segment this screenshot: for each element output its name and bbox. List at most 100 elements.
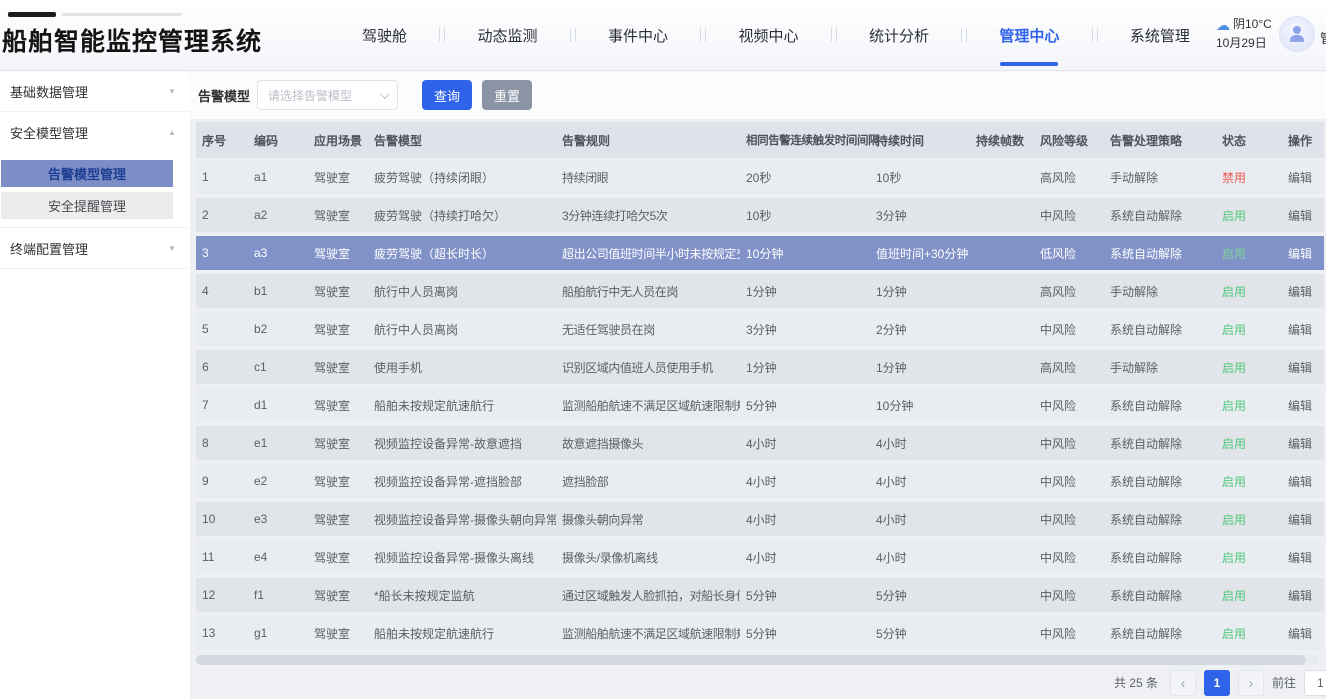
nav-item-7[interactable]: 系统管理 (1128, 19, 1192, 52)
column-header: 告警处理策略 (1104, 132, 1216, 149)
cell-status: 启用 (1216, 625, 1282, 642)
sidebar-item-2-2[interactable]: 安全提醒管理 (1, 192, 173, 219)
cell-interval: 4小时 (740, 435, 870, 452)
sidebar-group-2[interactable]: 安全模型管理▲ (0, 112, 190, 153)
nav-separator (570, 28, 576, 42)
cell-scene: 驾驶室 (308, 207, 368, 224)
cell-duration: 1分钟 (870, 283, 970, 300)
nav-item-5[interactable]: 统计分析 (867, 19, 931, 52)
nav-item-4[interactable]: 视频中心 (736, 19, 800, 52)
table-row[interactable]: 9e2驾驶室视频监控设备异常-遮挡脸部遮挡脸部4小时4小时中风险系统自动解除启用… (196, 464, 1324, 498)
chevron-down-icon: ▼ (168, 87, 176, 96)
sidebar-group-1[interactable]: 基础数据管理▼ (0, 71, 190, 112)
table-row[interactable]: 13g1驾驶室船舶未按规定航速航行监测船舶航速不满足区域航速限制规定5分钟5分钟… (196, 616, 1324, 650)
table-row[interactable]: 8e1驾驶室视频监控设备异常-故意遮挡故意遮挡摄像头4小时4小时中风险系统自动解… (196, 426, 1324, 460)
cell-rule: 故意遮挡摄像头 (556, 435, 740, 452)
prev-page-button[interactable]: ‹ (1170, 670, 1196, 696)
nav-item-6[interactable]: 管理中心 (997, 19, 1061, 52)
edit-link[interactable]: 编辑 (1282, 245, 1322, 262)
edit-link[interactable]: 编辑 (1282, 435, 1322, 452)
column-header: 告警规则 (556, 132, 740, 149)
table-row[interactable]: 12f1驾驶室*船长未按规定监航通过区域触发人脸抓拍，对船长身份...5分钟5分… (196, 578, 1324, 612)
alarm-model-select[interactable]: 请选择告警模型 (257, 80, 398, 110)
cell-scene: 驾驶室 (308, 169, 368, 186)
sidebar-item-2-1[interactable]: 告警模型管理 (1, 160, 173, 187)
cell-strategy: 系统自动解除 (1104, 473, 1216, 490)
select-placeholder: 请选择告警模型 (268, 87, 352, 104)
nav-item-3[interactable]: 事件中心 (606, 19, 670, 52)
top-nav: 驾驶舱 动态监测 事件中心 视频中心 统计分析 管理中心 系统管理 (360, 0, 1192, 70)
cell-strategy: 系统自动解除 (1104, 625, 1216, 642)
edit-link[interactable]: 编辑 (1282, 207, 1322, 224)
edit-link[interactable]: 编辑 (1282, 169, 1322, 186)
cell-status: 启用 (1216, 321, 1282, 338)
cell-model: 船舶未按规定航速航行 (368, 625, 556, 642)
edit-link[interactable]: 编辑 (1282, 549, 1322, 566)
table-row[interactable]: 2a2驾驶室疲劳驾驶（持续打哈欠）3分钟连续打哈欠5次10秒3分钟中风险系统自动… (196, 198, 1324, 232)
cell-risk: 中风险 (1034, 435, 1104, 452)
cell-risk: 中风险 (1034, 625, 1104, 642)
horizontal-scrollbar-thumb[interactable] (196, 655, 1306, 665)
edit-link[interactable]: 编辑 (1282, 359, 1322, 376)
alarm-model-filter-label: 告警模型 (198, 86, 250, 105)
table-row[interactable]: 5b2驾驶室航行中人员离岗无适任驾驶员在岗3分钟2分钟中风险系统自动解除启用编辑 (196, 312, 1324, 346)
cell-risk: 中风险 (1034, 587, 1104, 604)
goto-page-label: 前往 (1272, 674, 1296, 691)
edit-link[interactable]: 编辑 (1282, 283, 1322, 300)
weather-condition: 阴10°C (1233, 15, 1272, 34)
column-header: 相同告警连续触发时间间隔 (740, 132, 870, 148)
cell-strategy: 系统自动解除 (1104, 321, 1216, 338)
person-icon (1289, 26, 1305, 42)
cell-risk: 高风险 (1034, 169, 1104, 186)
table-row[interactable]: 7d1驾驶室船舶未按规定航速航行监测船舶航速不满足区域航速限制规定5分钟10分钟… (196, 388, 1324, 422)
cell-strategy: 系统自动解除 (1104, 511, 1216, 528)
cell-seq: 5 (196, 322, 248, 336)
cell-scene: 驾驶室 (308, 397, 368, 414)
reset-button[interactable]: 重置 (482, 80, 532, 110)
cell-duration: 4小时 (870, 473, 970, 490)
cell-status: 启用 (1216, 283, 1282, 300)
cell-interval: 10分钟 (740, 245, 870, 262)
nav-item-1[interactable]: 驾驶舱 (360, 19, 409, 52)
cell-code: f1 (248, 588, 308, 602)
table-row[interactable]: 11e4驾驶室视频监控设备异常-摄像头离线摄像头/录像机离线4小时4小时中风险系… (196, 540, 1324, 574)
cell-model: 疲劳驾驶（持续打哈欠） (368, 207, 556, 224)
column-header: 风险等级 (1034, 132, 1104, 149)
edit-link[interactable]: 编辑 (1282, 587, 1322, 604)
cell-status: 禁用 (1216, 169, 1282, 186)
cell-rule: 遮挡脸部 (556, 473, 740, 490)
edit-link[interactable]: 编辑 (1282, 321, 1322, 338)
cell-interval: 20秒 (740, 169, 870, 186)
cell-status: 启用 (1216, 587, 1282, 604)
cell-seq: 7 (196, 398, 248, 412)
column-header: 持续时间 (870, 132, 970, 149)
cell-code: a3 (248, 246, 308, 260)
app-title: 船舶智能监控管理系统 (2, 22, 262, 58)
table-row[interactable]: 4b1驾驶室航行中人员离岗船舶航行中无人员在岗1分钟1分钟高风险手动解除启用编辑 (196, 274, 1324, 308)
cell-status: 启用 (1216, 511, 1282, 528)
nav-item-2[interactable]: 动态监测 (475, 19, 539, 52)
page-number-button[interactable]: 1 (1204, 670, 1230, 696)
edit-link[interactable]: 编辑 (1282, 625, 1322, 642)
cell-status: 启用 (1216, 397, 1282, 414)
edit-link[interactable]: 编辑 (1282, 473, 1322, 490)
table-row[interactable]: 6c1驾驶室使用手机识别区域内值班人员使用手机1分钟1分钟高风险手动解除启用编辑 (196, 350, 1324, 384)
query-button[interactable]: 查询 (422, 80, 472, 110)
cell-duration: 5分钟 (870, 587, 970, 604)
edit-link[interactable]: 编辑 (1282, 397, 1322, 414)
table-row[interactable]: 3a3驾驶室疲劳驾驶（超长时长）超出公司值班时间半小时未按规定交接10分钟值班时… (196, 236, 1324, 270)
cell-seq: 6 (196, 360, 248, 374)
edit-link[interactable]: 编辑 (1282, 511, 1322, 528)
next-page-button[interactable]: › (1238, 670, 1264, 696)
goto-page-input[interactable] (1304, 670, 1326, 696)
nav-item-label: 动态监测 (477, 28, 537, 45)
user-avatar[interactable] (1279, 16, 1315, 52)
table-row[interactable]: 1a1驾驶室疲劳驾驶（持续闭眼）持续闭眼20秒10秒高风险手动解除禁用编辑 (196, 160, 1324, 194)
cell-risk: 中风险 (1034, 397, 1104, 414)
cell-risk: 高风险 (1034, 283, 1104, 300)
column-header: 持续帧数 (970, 132, 1034, 149)
cell-rule: 无适任驾驶员在岗 (556, 321, 740, 338)
cell-interval: 5分钟 (740, 625, 870, 642)
sidebar-group-3[interactable]: 终端配置管理▼ (0, 228, 190, 269)
table-row[interactable]: 10e3驾驶室视频监控设备异常-摄像头朝向异常摄像头朝向异常4小时4小时中风险系… (196, 502, 1324, 536)
